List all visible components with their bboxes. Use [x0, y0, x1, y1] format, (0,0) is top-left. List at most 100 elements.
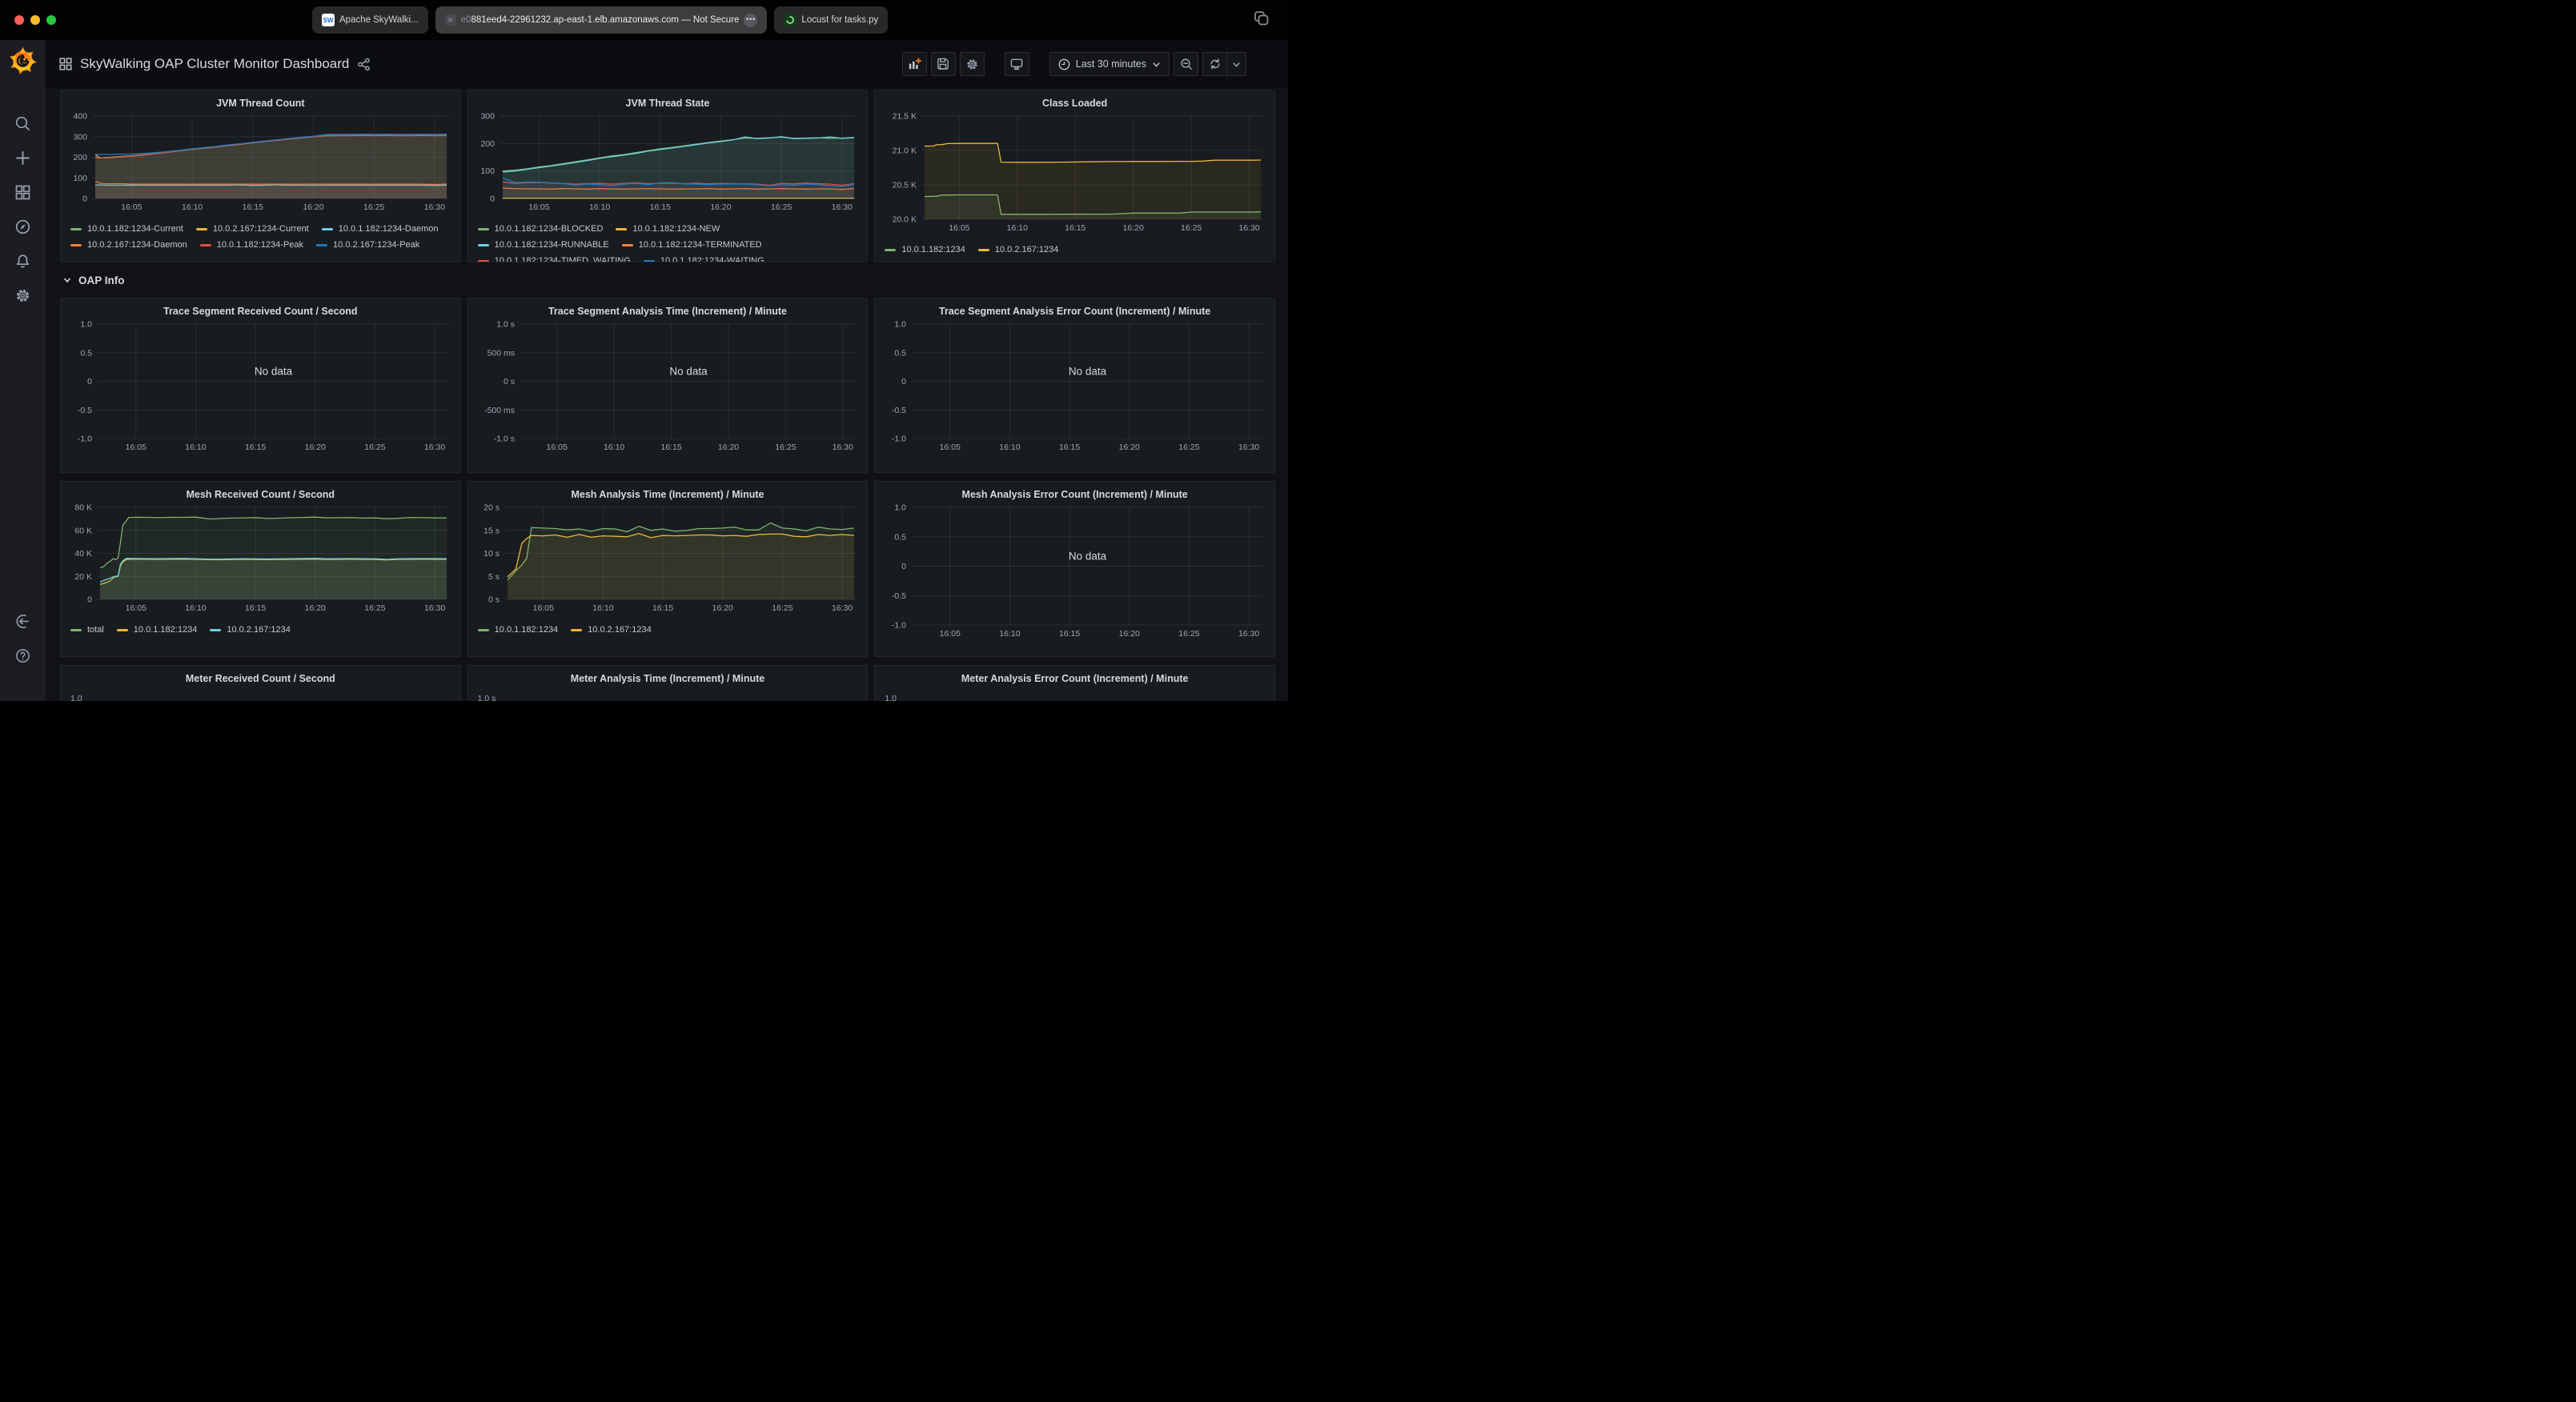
- share-icon[interactable]: [357, 58, 371, 71]
- legend-item[interactable]: 10.0.2.167:1234-Daemon: [70, 237, 187, 253]
- dashboard-title[interactable]: SkyWalking OAP Cluster Monitor Dashboard: [80, 56, 349, 72]
- svg-text:1.0: 1.0: [895, 503, 907, 513]
- panel-title-trace-segment-received[interactable]: Trace Segment Received Count / Second: [69, 303, 452, 319]
- alerting-bell-icon[interactable]: [14, 253, 31, 270]
- sidebar-nav: [14, 115, 31, 304]
- panel-title-meter-received[interactable]: Meter Received Count / Second: [69, 671, 452, 687]
- help-icon[interactable]: [14, 647, 31, 664]
- legend-label: 10.0.1.182:1234-NEW: [632, 221, 720, 237]
- browser-tab-active[interactable]: ✕ e0881eed4-22961232.ap-east-1.elb.amazo…: [435, 6, 768, 34]
- refresh-interval-dropdown[interactable]: [1227, 52, 1246, 76]
- sign-out-icon[interactable]: [14, 613, 31, 630]
- svg-text:16:15: 16:15: [1059, 443, 1080, 452]
- search-icon[interactable]: [14, 115, 31, 132]
- panel-title-meter-analysis-error[interactable]: Meter Analysis Error Count (Increment) /…: [883, 671, 1266, 687]
- legend-class-loaded: 10.0.1.182:1234 10.0.2.167:1234: [883, 242, 1266, 258]
- section-title: OAP Info: [78, 274, 125, 286]
- svg-text:16:20: 16:20: [712, 603, 732, 613]
- y-axis-tick-partial: 1.0 s: [476, 694, 860, 701]
- create-plus-icon[interactable]: [14, 150, 31, 166]
- svg-text:16:20: 16:20: [1119, 443, 1140, 452]
- panel-title-mesh-received[interactable]: Mesh Received Count / Second: [69, 487, 452, 503]
- browser-tab-locust[interactable]: Locust for tasks.py: [774, 6, 888, 34]
- row-header-oap-info[interactable]: OAP Info: [60, 262, 1275, 298]
- legend-item[interactable]: 10.0.1.182:1234-BLOCKED: [478, 221, 604, 237]
- grafana-logo-icon[interactable]: [8, 46, 38, 75]
- panel-title-mesh-analysis-time[interactable]: Mesh Analysis Time (Increment) / Minute: [476, 487, 860, 503]
- panel-title-mesh-analysis-error[interactable]: Mesh Analysis Error Count (Increment) / …: [883, 487, 1266, 503]
- legend-item[interactable]: 10.0.1.182:1234-NEW: [616, 221, 720, 237]
- legend-item[interactable]: 10.0.1.182:1234-TERMINATED: [622, 237, 762, 253]
- chart-trace-segment-analysis-time: 16:0516:1016:1516:2016:2516:301.0 s500 m…: [476, 319, 861, 454]
- panel-title-meter-analysis-time[interactable]: Meter Analysis Time (Increment) / Minute: [476, 671, 860, 687]
- legend-label: total: [87, 622, 104, 638]
- legend-item[interactable]: 10.0.1.182:1234-WAITING: [644, 253, 764, 262]
- legend-item[interactable]: 10.0.2.167:1234-Peak: [316, 237, 419, 253]
- svg-text:16:25: 16:25: [775, 443, 796, 452]
- window-minimize-button[interactable]: [30, 15, 40, 25]
- save-dashboard-button[interactable]: [931, 52, 956, 76]
- panel-title-jvm-thread-state[interactable]: JVM Thread State: [476, 95, 860, 111]
- legend-item[interactable]: 10.0.2.167:1234-Current: [196, 221, 309, 237]
- tab-overview-icon[interactable]: [1253, 10, 1270, 31]
- legend-color-dash: [478, 629, 489, 631]
- legend-item[interactable]: 10.0.2.167:1234: [571, 622, 652, 638]
- tab-title: Apache SkyWalki...: [339, 15, 419, 25]
- svg-text:-500 ms: -500 ms: [484, 406, 515, 415]
- legend-color-dash: [210, 629, 221, 631]
- chevron-down-icon: [1152, 60, 1161, 69]
- dashboard-toolbar: Last 30 minutes: [902, 52, 1246, 76]
- svg-text:16:05: 16:05: [121, 202, 142, 212]
- section-collapse-chevron-icon: [62, 275, 72, 285]
- panel-trace-segment-received: Trace Segment Received Count / Second16:…: [60, 298, 461, 473]
- legend-item[interactable]: 10.0.2.167:1234: [210, 622, 291, 638]
- refresh-button[interactable]: [1202, 52, 1227, 76]
- window-close-button[interactable]: [14, 15, 24, 25]
- svg-text:No data: No data: [1069, 551, 1107, 563]
- panel-trace-segment-analysis-time: Trace Segment Analysis Time (Increment) …: [467, 298, 869, 473]
- browser-tab-skywalking[interactable]: SW Apache SkyWalki...: [312, 6, 428, 34]
- svg-text:16:30: 16:30: [1238, 443, 1259, 452]
- svg-text:300: 300: [73, 132, 87, 142]
- legend-item[interactable]: 10.0.1.182:1234: [885, 242, 965, 258]
- tv-cycle-button[interactable]: [1005, 52, 1029, 76]
- window-controls: [14, 15, 56, 25]
- svg-text:16:25: 16:25: [1181, 223, 1202, 233]
- add-panel-button[interactable]: [902, 52, 927, 76]
- panel-title-trace-segment-analysis-error[interactable]: Trace Segment Analysis Error Count (Incr…: [883, 303, 1266, 319]
- svg-text:16:20: 16:20: [718, 443, 739, 452]
- legend-item[interactable]: 10.0.1.182:1234: [478, 622, 559, 638]
- legend-item[interactable]: 10.0.1.182:1234-Peak: [200, 237, 303, 253]
- legend-item[interactable]: 10.0.2.167:1234: [978, 242, 1059, 258]
- svg-text:16:20: 16:20: [710, 202, 731, 212]
- legend-item[interactable]: 10.0.1.182:1234-TIMED_WAITING: [478, 253, 631, 262]
- panel-mesh-analysis-error: Mesh Analysis Error Count (Increment) / …: [874, 481, 1275, 657]
- tab-close-icon[interactable]: ✕: [445, 14, 456, 26]
- window-zoom-button[interactable]: [46, 15, 56, 25]
- legend-color-dash: [571, 629, 582, 631]
- legend-item[interactable]: 10.0.1.182:1234-Current: [70, 221, 183, 237]
- legend-color-dash: [478, 228, 489, 230]
- svg-text:0.5: 0.5: [895, 348, 907, 358]
- explore-compass-icon[interactable]: [14, 218, 31, 235]
- panel-title-trace-segment-analysis-time[interactable]: Trace Segment Analysis Time (Increment) …: [476, 303, 860, 319]
- panel-row-1: JVM Thread Count16:0516:1016:1516:2016:2…: [60, 90, 1275, 262]
- configuration-gear-icon[interactable]: [14, 287, 31, 304]
- legend-item[interactable]: 10.0.1.182:1234-RUNNABLE: [478, 237, 609, 253]
- legend-item[interactable]: total: [70, 622, 104, 638]
- time-range-picker[interactable]: Last 30 minutes: [1049, 52, 1170, 76]
- legend-item[interactable]: 10.0.1.182:1234: [117, 622, 198, 638]
- legend-jvm-thread-state: 10.0.1.182:1234-BLOCKED 10.0.1.182:1234-N…: [476, 221, 860, 262]
- legend-item[interactable]: 10.0.1.182:1234-Daemon: [322, 221, 439, 237]
- dashboards-icon[interactable]: [14, 184, 31, 201]
- svg-text:-1.0 s: -1.0 s: [493, 435, 514, 444]
- y-axis-tick-partial: 1.0: [69, 694, 452, 701]
- tab-options-icon[interactable]: •••: [744, 14, 757, 27]
- panel-title-jvm-thread-count[interactable]: JVM Thread Count: [69, 95, 452, 111]
- svg-text:16:30: 16:30: [424, 603, 445, 613]
- chart-trace-segment-analysis-error: 16:0516:1016:1516:2016:2516:301.00.50-0.…: [883, 319, 1268, 454]
- legend-color-dash: [70, 244, 82, 246]
- dashboard-settings-button[interactable]: [960, 52, 985, 76]
- zoom-out-time-button[interactable]: [1174, 52, 1198, 76]
- panel-title-class-loaded[interactable]: Class Loaded: [883, 95, 1266, 111]
